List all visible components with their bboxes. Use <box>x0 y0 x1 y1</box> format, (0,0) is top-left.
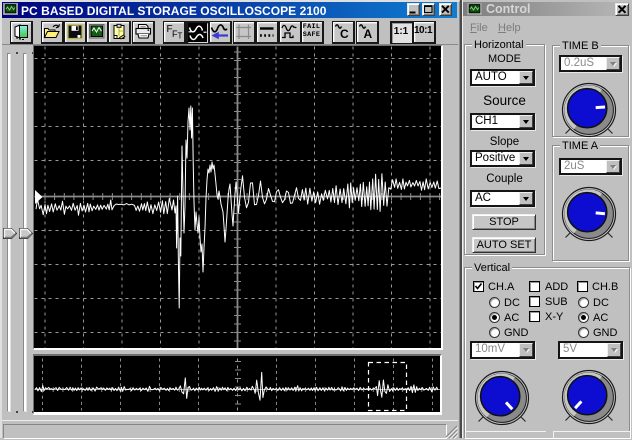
svg-text:A: A <box>363 27 372 41</box>
svg-text:T: T <box>178 32 183 41</box>
svg-text:C: C <box>340 27 349 41</box>
